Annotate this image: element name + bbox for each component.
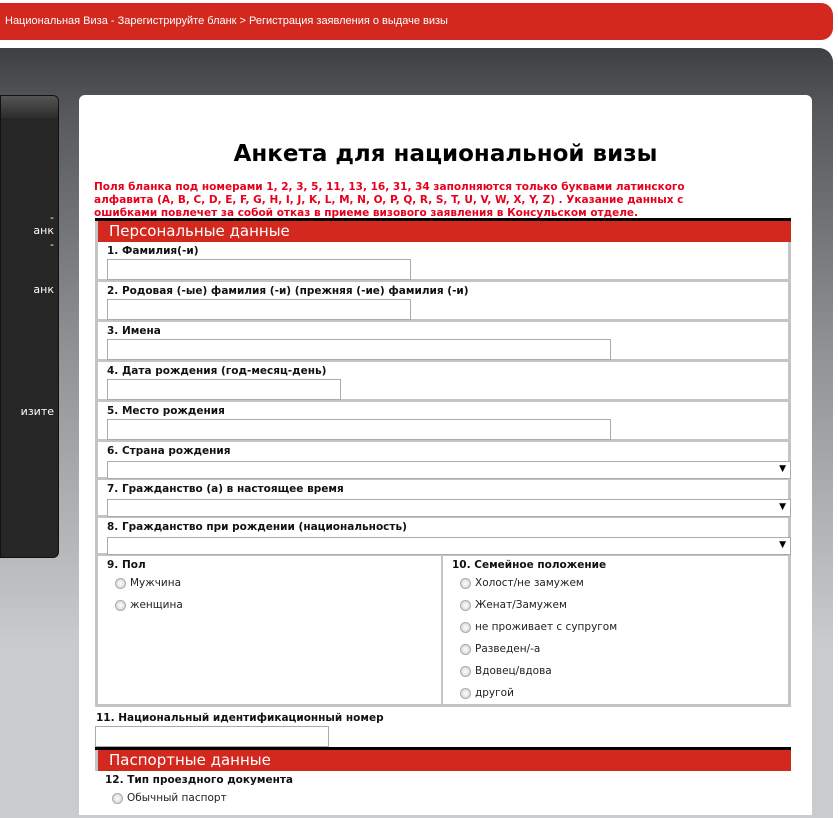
birth-date-input[interactable] [107,379,341,400]
sidebar-item[interactable]: - [50,211,54,224]
marital-option[interactable]: Разведен/-а [452,638,617,660]
sidebar-item[interactable]: анк [33,224,54,237]
national-id-input[interactable] [95,726,329,747]
citizenship-select[interactable] [107,499,791,517]
radio-icon[interactable] [460,665,471,677]
birth-country-select[interactable] [107,461,791,479]
label-doc-type: 12. Тип проездного документа [105,774,293,786]
radio-icon[interactable] [460,687,471,699]
radio-icon[interactable] [115,599,126,611]
marital-option[interactable]: не проживает с супругом [452,616,617,638]
visa-form: Персональные данные 1. Фамилия(-и) 2. Ро… [95,218,791,809]
warning-text: Поля бланка под номерами 1, 2, 3, 5, 11,… [94,181,685,219]
label-citizenship: 7. Гражданство (а) в настоящее время [107,483,344,495]
label-national-id: 11. Национальный идентификационный номер [96,712,384,724]
page-title: Анкета для национальной визы [233,141,658,167]
label-birth-citizenship: 8. Гражданство при рождении (национально… [107,521,407,533]
radio-icon[interactable] [460,643,471,655]
label-sex: 9. Пол [107,559,146,571]
label-marital: 10. Семейное положение [452,559,607,571]
label-surname: 1. Фамилия(-и) [107,245,199,257]
section-header-personal: Персональные данные [95,221,791,242]
label-birth-place: 5. Место рождения [107,405,225,417]
names-input[interactable] [107,339,611,360]
marital-option[interactable]: Вдовец/вдова [452,660,617,682]
label-birth-date: 4. Дата рождения (год-месяц-день) [107,365,327,377]
marital-option[interactable]: Женат/Замужем [452,594,617,616]
sex-option-female[interactable]: женщина [107,594,441,616]
birth-surname-input[interactable] [107,299,411,320]
radio-icon[interactable] [112,792,123,804]
birth-place-input[interactable] [107,419,611,440]
sex-option-male[interactable]: Мужчина [107,572,441,594]
surname-input[interactable] [107,259,411,280]
radio-icon[interactable] [460,621,471,633]
label-names: 3. Имена [107,325,161,337]
label-birth-country: 6. Страна рождения [107,445,231,457]
section-header-passport: Паспортные данные [95,750,791,771]
birth-citizenship-select[interactable] [107,537,791,555]
main-content: Анкета для национальной визы Поля бланка… [79,95,812,815]
radio-icon[interactable] [115,577,126,589]
breadcrumb: Национальная Виза - Зарегистрируйте блан… [0,3,833,40]
sidebar-item[interactable]: анк [33,283,54,296]
radio-icon[interactable] [460,577,471,589]
marital-option[interactable]: Холост/не замужем [452,572,617,594]
label-birth-surname: 2. Родовая (-ые) фамилия (-и) (прежняя (… [107,285,469,297]
radio-icon[interactable] [460,599,471,611]
sidebar-item[interactable]: изите [21,405,54,418]
sidebar-item[interactable]: - [50,238,54,251]
sidebar: - анк - анк изите [0,95,59,558]
doc-type-option[interactable]: Обычный паспорт [105,787,791,809]
marital-option[interactable]: другой [452,682,617,704]
